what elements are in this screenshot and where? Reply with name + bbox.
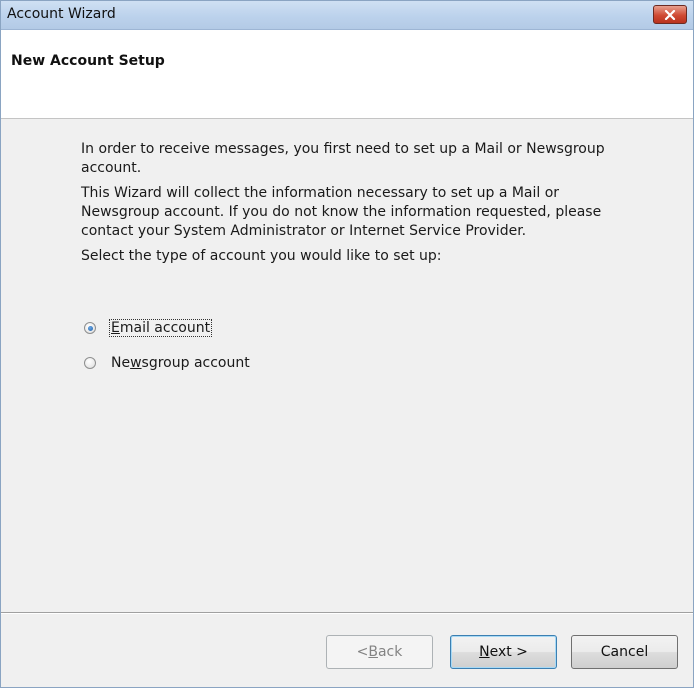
intro-text: In order to receive messages, you first … xyxy=(81,141,605,176)
radio-selected-dot xyxy=(87,325,93,331)
email-account-option[interactable]: Email account xyxy=(84,317,213,339)
page-title: New Account Setup xyxy=(11,53,165,69)
account-wizard-window: Account Wizard New Account Setup In orde… xyxy=(0,0,694,688)
select-prompt: Select the type of account you would lik… xyxy=(81,248,442,264)
close-icon xyxy=(664,9,676,20)
next-button[interactable]: Next > xyxy=(450,635,557,669)
title-bar[interactable]: Account Wizard xyxy=(1,1,693,30)
email-account-radio[interactable] xyxy=(84,322,96,334)
wizard-description: In order to receive messages, you first … xyxy=(81,140,641,272)
email-account-label[interactable]: Email account xyxy=(109,319,213,337)
newsgroup-account-option[interactable]: Newsgroup account xyxy=(84,352,252,374)
close-button[interactable] xyxy=(653,5,687,24)
newsgroup-account-label[interactable]: Newsgroup account xyxy=(109,354,252,372)
newsgroup-account-radio[interactable] xyxy=(84,357,96,369)
footer-divider xyxy=(1,612,693,614)
back-button[interactable]: < Back xyxy=(326,635,433,669)
window-title: Account Wizard xyxy=(7,6,116,22)
info-text: This Wizard will collect the information… xyxy=(81,185,602,239)
wizard-header: New Account Setup xyxy=(1,30,693,119)
cancel-button[interactable]: Cancel xyxy=(571,635,678,669)
